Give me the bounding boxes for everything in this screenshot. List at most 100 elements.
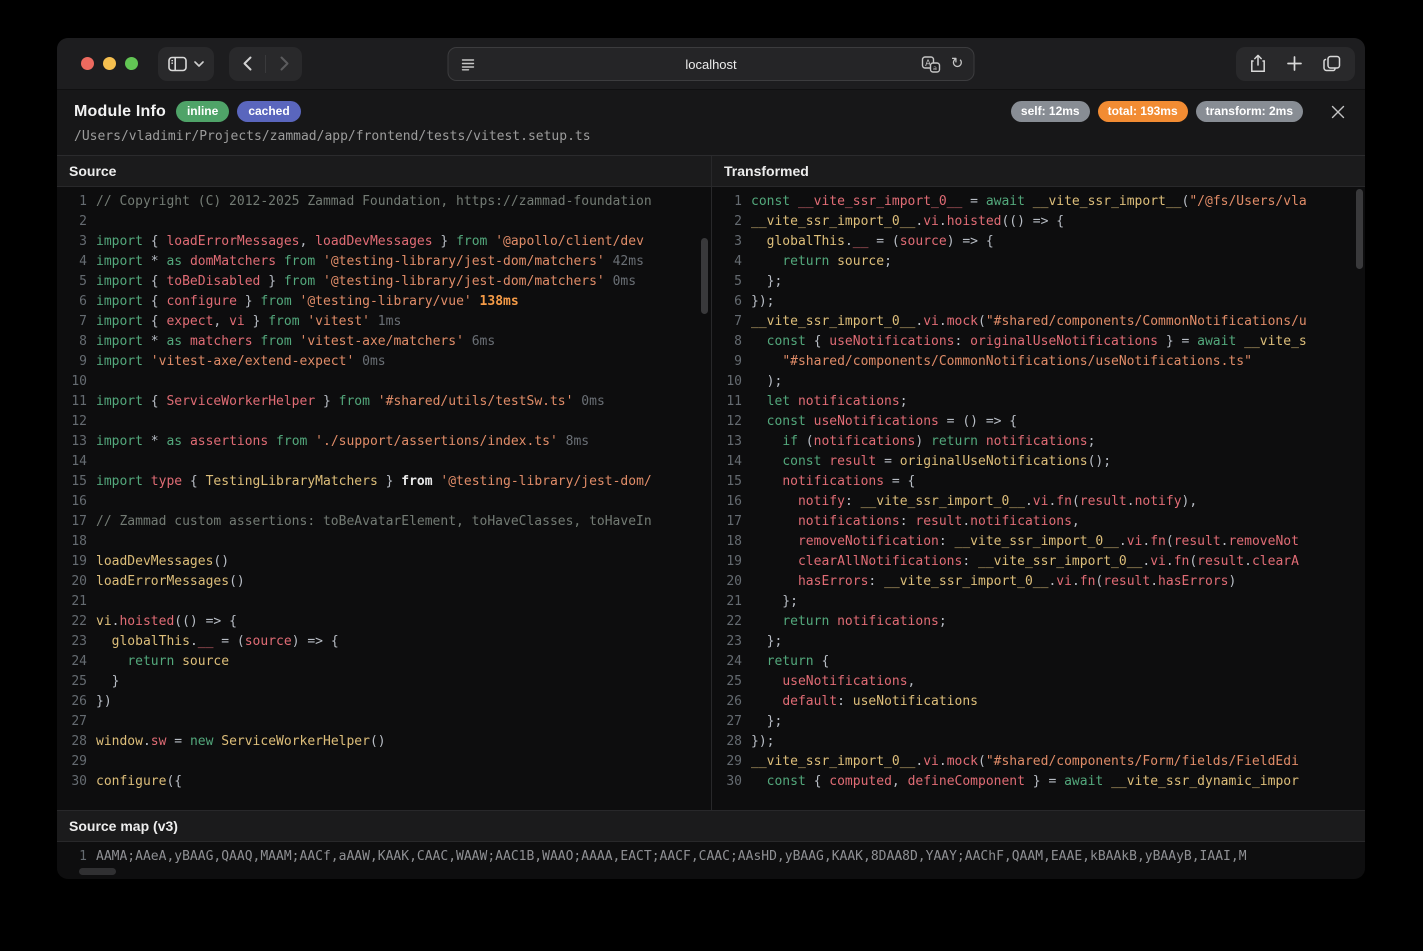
- sourcemap-hscroll: [57, 866, 1365, 879]
- source-panel-header: Source: [57, 156, 711, 187]
- code-line: 17// Zammad custom assertions: toBeAvata…: [57, 512, 711, 532]
- code-line: 10: [57, 372, 711, 392]
- code-line: 28});: [712, 732, 1365, 752]
- window-controls: [81, 57, 138, 70]
- code-line: 7__vite_ssr_import_0__.vi.mock("#shared/…: [712, 312, 1365, 332]
- code-line: 27: [57, 712, 711, 732]
- chevron-down-icon: [194, 61, 204, 67]
- code-line: 12: [57, 412, 711, 432]
- code-line: 30configure({: [57, 772, 711, 792]
- code-line: 12 const useNotifications = () => {: [712, 412, 1365, 432]
- reload-icon[interactable]: ↻: [951, 55, 964, 73]
- sourcemap-header: Source map (v3): [57, 811, 1365, 842]
- code-line: 5 };: [712, 272, 1365, 292]
- sourcemap-section: Source map (v3) 1 AAMA;AAeA,yBAAG,QAAQ,M…: [57, 810, 1365, 879]
- timing-badges: self: 12mstotal: 193mstransform: 2ms: [1011, 101, 1303, 122]
- close-panel-button[interactable]: [1329, 103, 1347, 121]
- close-icon: [1331, 105, 1345, 119]
- code-line: 8import * as matchers from 'vitest-axe/m…: [57, 332, 711, 352]
- code-line: 21: [57, 592, 711, 612]
- source-scrollbar[interactable]: [701, 238, 708, 314]
- code-line: 16 notify: __vite_ssr_import_0__.vi.fn(r…: [712, 492, 1365, 512]
- close-window-button[interactable]: [81, 57, 94, 70]
- code-line: 18 removeNotification: __vite_ssr_import…: [712, 532, 1365, 552]
- transformed-panel-title: Transformed: [724, 163, 809, 179]
- module-file-path: /Users/vladimir/Projects/zammad/app/fron…: [74, 129, 1347, 144]
- source-code-view[interactable]: 1// Copyright (C) 2012-2025 Zammad Found…: [57, 187, 711, 810]
- minimize-window-button[interactable]: [103, 57, 116, 70]
- code-line: 22 return notifications;: [712, 612, 1365, 632]
- sourcemap-title: Source map (v3): [69, 818, 178, 834]
- code-line: 29__vite_ssr_import_0__.vi.mock("#shared…: [712, 752, 1365, 772]
- code-line: 6import { configure } from '@testing-lib…: [57, 292, 711, 312]
- code-line: 14 const result = originalUseNotificatio…: [712, 452, 1365, 472]
- code-line: 23 globalThis.__ = (source) => {: [57, 632, 711, 652]
- code-line: 8 const { useNotifications: originalUseN…: [712, 332, 1365, 352]
- code-line: 9 "#shared/components/CommonNotification…: [712, 352, 1365, 372]
- code-line: 23 };: [712, 632, 1365, 652]
- back-button[interactable]: [229, 47, 265, 81]
- code-line: 1// Copyright (C) 2012-2025 Zammad Found…: [57, 192, 711, 212]
- browser-toolbar: localhost A a ↻: [57, 38, 1365, 90]
- transformed-scrollbar[interactable]: [1356, 189, 1363, 269]
- code-line: 27 };: [712, 712, 1365, 732]
- code-line: 19 clearAllNotifications: __vite_ssr_imp…: [712, 552, 1365, 572]
- module-info-header: Module Info inlinecached self: 12mstotal…: [57, 90, 1365, 156]
- translate-icon[interactable]: A a: [922, 56, 941, 73]
- toolbar-right-buttons: [1236, 47, 1355, 81]
- code-line: 11import { ServiceWorkerHelper } from '#…: [57, 392, 711, 412]
- code-line: 19loadDevMessages(): [57, 552, 711, 572]
- sidebar-icon: [168, 56, 187, 72]
- inline-badge: inline: [176, 101, 229, 122]
- code-line: 24 return {: [712, 652, 1365, 672]
- code-line: 1const __vite_ssr_import_0__ = await __v…: [712, 192, 1365, 212]
- code-line: 3 globalThis.__ = (source) => {: [712, 232, 1365, 252]
- code-line: 13import * as assertions from './support…: [57, 432, 711, 452]
- code-line: 6});: [712, 292, 1365, 312]
- transformed-panel: Transformed 1const __vite_ssr_import_0__…: [711, 156, 1365, 810]
- code-line: 10 );: [712, 372, 1365, 392]
- chevron-right-icon: [280, 56, 289, 71]
- code-line: 17 notifications: result.notifications,: [712, 512, 1365, 532]
- share-icon[interactable]: [1250, 54, 1266, 73]
- code-line: 21 };: [712, 592, 1365, 612]
- code-line: 26 default: useNotifications: [712, 692, 1365, 712]
- source-panel: Source 1// Copyright (C) 2012-2025 Zamma…: [57, 156, 711, 810]
- tab-overview-icon[interactable]: [1323, 55, 1341, 72]
- code-line: 11 let notifications;: [712, 392, 1365, 412]
- new-tab-icon[interactable]: [1287, 56, 1302, 71]
- source-panel-title: Source: [69, 163, 116, 179]
- sourcemap-line-number: 1: [57, 845, 87, 866]
- code-line: 5import { toBeDisabled } from '@testing-…: [57, 272, 711, 292]
- code-line: 25 }: [57, 672, 711, 692]
- code-line: 3import { loadErrorMessages, loadDevMess…: [57, 232, 711, 252]
- total-time-badge: total: 193ms: [1098, 101, 1188, 122]
- code-line: 13 if (notifications) return notificatio…: [712, 432, 1365, 452]
- sourcemap-scrollbar[interactable]: [79, 868, 116, 875]
- transformed-panel-header: Transformed: [712, 156, 1365, 187]
- code-panels: Source 1// Copyright (C) 2012-2025 Zamma…: [57, 156, 1365, 810]
- maximize-window-button[interactable]: [125, 57, 138, 70]
- address-bar[interactable]: localhost A a ↻: [448, 47, 975, 81]
- sourcemap-mappings: AAMA;AAeA,yBAAG,QAAQ,MAAM;AACf,aAAW,KAAK…: [96, 845, 1247, 866]
- transformed-code-view[interactable]: 1const __vite_ssr_import_0__ = await __v…: [712, 187, 1365, 810]
- sidebar-toggle-button[interactable]: [158, 47, 214, 81]
- chevron-left-icon: [243, 56, 252, 71]
- code-line: 14: [57, 452, 711, 472]
- navigation-buttons: [229, 47, 302, 81]
- forward-button[interactable]: [266, 47, 302, 81]
- code-line: 30 const { computed, defineComponent } =…: [712, 772, 1365, 792]
- sourcemap-line: 1 AAMA;AAeA,yBAAG,QAAQ,MAAM;AACf,aAAW,KA…: [57, 842, 1365, 866]
- module-badges: inlinecached: [176, 101, 301, 122]
- code-line: 20loadErrorMessages(): [57, 572, 711, 592]
- code-line: 22vi.hoisted(() => {: [57, 612, 711, 632]
- code-line: 26}): [57, 692, 711, 712]
- transform-time-badge: transform: 2ms: [1196, 101, 1303, 122]
- code-line: 7import { expect, vi } from 'vitest' 1ms: [57, 312, 711, 332]
- code-line: 15import type { TestingLibraryMatchers }…: [57, 472, 711, 492]
- reader-icon: [460, 56, 477, 73]
- code-line: 28window.sw = new ServiceWorkerHelper(): [57, 732, 711, 752]
- svg-text:a: a: [933, 64, 937, 72]
- code-line: 4import * as domMatchers from '@testing-…: [57, 252, 711, 272]
- code-line: 18: [57, 532, 711, 552]
